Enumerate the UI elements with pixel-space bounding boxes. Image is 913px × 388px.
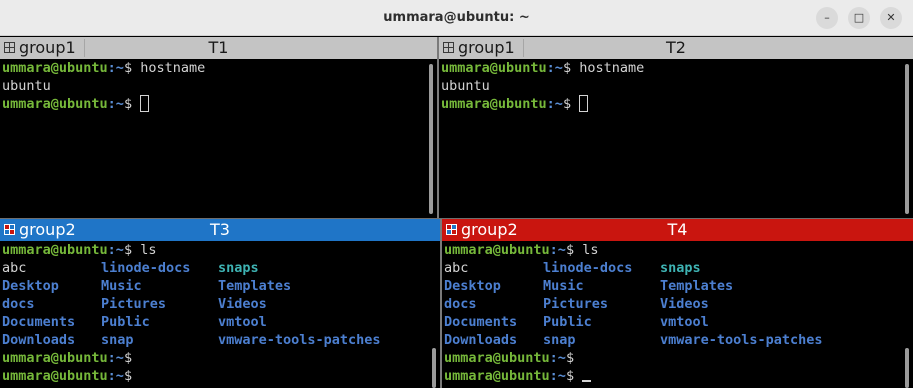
scrollbar-t1[interactable] <box>429 64 433 214</box>
close-button[interactable]: ✕ <box>880 7 902 29</box>
block-cursor <box>579 95 589 112</box>
terminal-line: ummara@ubuntu:~$ <box>2 368 133 384</box>
pane-splitter-vertical[interactable] <box>437 37 439 219</box>
terminal-title: T3 <box>210 220 230 239</box>
pane-splitter-horizontal[interactable] <box>0 218 913 219</box>
terminal-header-t1[interactable]: group1 T1 <box>0 37 437 59</box>
terminal-header-t3[interactable]: group2 T3 <box>0 219 440 241</box>
ls-row: Desktop Music Templates <box>444 278 734 294</box>
terminal-pane-t3[interactable]: group2 T3 ummara@ubuntu:~$ ls abc linode-… <box>0 219 440 388</box>
block-cursor <box>140 95 150 112</box>
terminal-line: ummara@ubuntu:~$ <box>444 367 913 385</box>
minimize-button[interactable]: – <box>816 7 838 29</box>
terminal-line: ummara@ubuntu:~$ <box>2 350 133 366</box>
terminal-output[interactable]: ummara@ubuntu:~$ hostname ubuntu ummara@… <box>439 59 913 113</box>
maximize-button[interactable]: □ <box>848 7 870 29</box>
terminal-pane-t2[interactable]: group1 T2 ummara@ubuntu:~$ hostname ubun… <box>439 37 913 218</box>
scrollbar-t2[interactable] <box>905 64 909 214</box>
terminal-line: ummara@ubuntu:~$ ls <box>444 242 599 258</box>
terminal-pane-t4[interactable]: group2 T4 ummara@ubuntu:~$ ls abc linode-… <box>442 219 913 388</box>
terminal-header-t4[interactable]: group2 T4 <box>442 219 913 241</box>
terminal-line: ummara@ubuntu:~$ <box>441 95 913 113</box>
ls-row: Documents Public vmtool <box>2 314 267 330</box>
terminal-output[interactable]: ummara@ubuntu:~$ hostname ubuntu ummara@… <box>0 59 437 113</box>
terminal-line: ummara@ubuntu:~$ <box>2 95 437 113</box>
terminal-output[interactable]: ummara@ubuntu:~$ ls abc linode-docs snaps … <box>442 241 913 385</box>
terminal-title: T1 <box>208 38 229 57</box>
terminal-line: ummara@ubuntu:~$ <box>444 350 575 366</box>
terminal-line: ummara@ubuntu:~$ hostname <box>441 60 645 76</box>
window-title: ummara@ubuntu: ~ <box>383 10 530 25</box>
scrollbar-t3[interactable] <box>432 348 436 388</box>
terminal-line: ubuntu <box>441 78 490 94</box>
ls-row: docs Pictures Videos <box>2 296 267 312</box>
terminal-line: ubuntu <box>2 78 51 94</box>
ls-row: abc linode-docs snaps <box>2 260 259 276</box>
scrollbar-t4[interactable] <box>905 348 909 388</box>
terminal-title: T2 <box>666 38 686 57</box>
pane-splitter-vertical[interactable] <box>440 219 442 388</box>
window-titlebar[interactable]: ummara@ubuntu: ~ – □ ✕ <box>0 0 913 36</box>
ls-row: Downloads snap vmware-tools-patches <box>2 332 381 348</box>
terminal-line: ummara@ubuntu:~$ ls <box>2 242 157 258</box>
ls-row: Downloads snap vmware-tools-patches <box>444 332 823 348</box>
terminal-line: ummara@ubuntu:~$ hostname <box>2 60 206 76</box>
terminal-output[interactable]: ummara@ubuntu:~$ ls abc linode-docs snaps … <box>0 241 440 385</box>
ls-row: docs Pictures Videos <box>444 296 709 312</box>
ls-row: Documents Public vmtool <box>444 314 709 330</box>
underline-cursor <box>582 380 592 382</box>
terminal-title: T4 <box>667 220 688 239</box>
terminal-pane-t1[interactable]: group1 T1 ummara@ubuntu:~$ hostname ubun… <box>0 37 437 218</box>
ls-row: Desktop Music Templates <box>2 278 292 294</box>
ls-row: abc linode-docs snaps <box>444 260 701 276</box>
terminal-header-t2[interactable]: group1 T2 <box>439 37 913 59</box>
